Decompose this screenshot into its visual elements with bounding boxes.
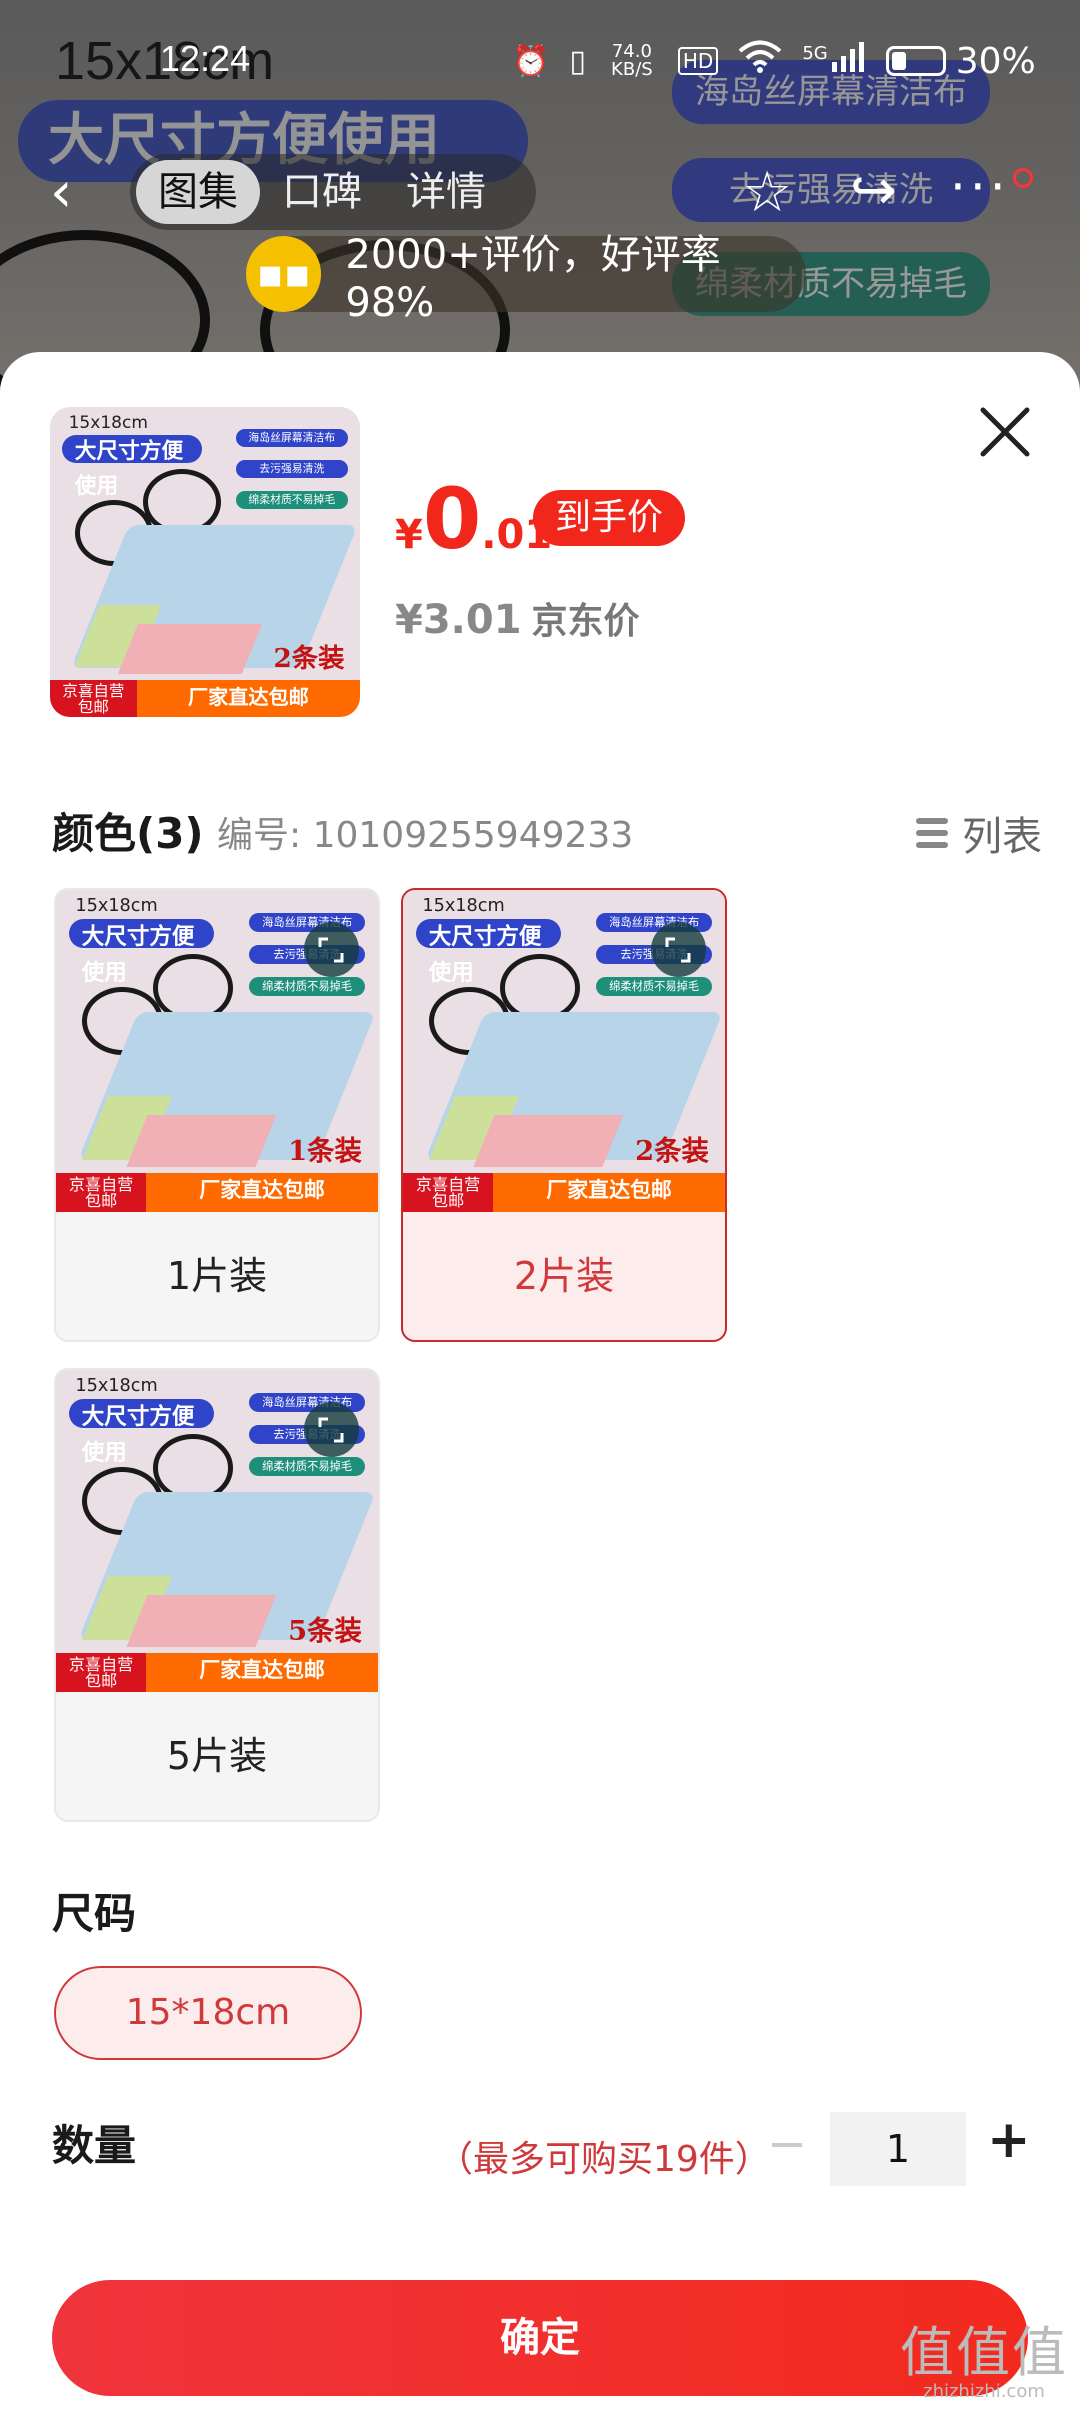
expand-icon[interactable] bbox=[303, 1402, 359, 1457]
variant-count: 5条装 bbox=[288, 1615, 362, 1648]
status-bar: 12:24 ⏰ ▯ 74.0 KB/S HD 5G 30% bbox=[0, 38, 1080, 94]
cloth-image bbox=[126, 1115, 276, 1167]
share-icon[interactable]: ↪ bbox=[850, 158, 897, 223]
variant-option[interactable]: 15x18cm大尺寸方便使用海岛丝屏幕清洁布去污强易清洗绵柔材质不易掉毛5条装京… bbox=[54, 1368, 380, 1822]
status-time: 12:24 bbox=[160, 38, 251, 79]
thumb-jd-self: 京喜自营 包邮 bbox=[56, 1653, 147, 1692]
thumb-tag: 绵柔材质不易掉毛 bbox=[236, 490, 348, 510]
expand-icon[interactable] bbox=[303, 922, 359, 977]
thumb-footer: 京喜自营 包邮 厂家直达包邮 bbox=[56, 1653, 378, 1692]
thumb-jd-self: 京喜自营 包邮 bbox=[403, 1173, 494, 1212]
variant-image: 15x18cm大尺寸方便使用海岛丝屏幕清洁布去污强易清洗绵柔材质不易掉毛2条装京… bbox=[403, 890, 725, 1212]
hd-icon: HD bbox=[677, 47, 719, 75]
variant-image: 15x18cm大尺寸方便使用海岛丝屏幕清洁布去污强易清洗绵柔材质不易掉毛5条装京… bbox=[56, 1370, 378, 1692]
variant-option[interactable]: 15x18cm大尺寸方便使用海岛丝屏幕清洁布去污强易清洗绵柔材质不易掉毛1条装京… bbox=[54, 888, 380, 1342]
quantity-decrease-button[interactable]: − bbox=[767, 2116, 807, 2172]
thumb-footer: 京喜自营 包邮 厂家直达包邮 bbox=[56, 1173, 378, 1212]
product-code: 编号: 10109255949233 bbox=[217, 815, 634, 856]
thumb-jd-self: 京喜自营 包邮 bbox=[50, 679, 137, 717]
jd-price: ¥3.01 京东价 bbox=[395, 597, 640, 643]
list-view-toggle[interactable]: 列表 bbox=[916, 804, 1042, 862]
thumb-tag: 绵柔材质不易掉毛 bbox=[249, 976, 366, 997]
tab-gallery[interactable]: 图集 bbox=[136, 160, 260, 224]
price-block: ¥ 0 .01 bbox=[395, 477, 552, 561]
close-icon[interactable] bbox=[975, 402, 1035, 462]
battery: 30% bbox=[885, 40, 1036, 82]
thumb-factory-ship: 厂家直达包邮 bbox=[136, 679, 360, 717]
thumb-factory-ship: 厂家直达包邮 bbox=[146, 1173, 378, 1212]
variant-label: 1片装 bbox=[166, 1254, 268, 1298]
thumb-footer: 京喜自营 包邮 厂家直达包邮 bbox=[50, 679, 360, 717]
thumb-tag: 绵柔材质不易掉毛 bbox=[249, 1456, 366, 1477]
wifi-icon bbox=[738, 40, 782, 82]
cloth-image bbox=[126, 1595, 276, 1647]
list-icon bbox=[916, 818, 948, 848]
smile-icon: ▪▪ bbox=[246, 236, 322, 312]
thumb-size-text: 15x18cm bbox=[75, 896, 158, 917]
product-thumbnail[interactable]: 15x18cm 大尺寸方便使用 海岛丝屏幕清洁布 去污强易清洗 绵柔材质不易掉毛… bbox=[50, 407, 360, 717]
variant-count: 2条装 bbox=[635, 1135, 709, 1168]
thumb-size-text: 15x18cm bbox=[422, 896, 505, 917]
net-speed: 74.0 KB/S bbox=[611, 41, 653, 80]
tab-details[interactable]: 详情 bbox=[384, 160, 508, 224]
variant-label: 2片装 bbox=[513, 1254, 615, 1298]
variant-count: 1条装 bbox=[288, 1135, 362, 1168]
thumb-count: 2条装 bbox=[273, 643, 345, 675]
thumb-size-text: 15x18cm bbox=[75, 1376, 158, 1397]
star-outline-icon[interactable]: ☆ bbox=[742, 160, 792, 225]
signal-icon bbox=[831, 42, 866, 80]
status-icons: ⏰ ▯ 74.0 KB/S HD 5G 30% bbox=[512, 40, 1036, 82]
thumb-band: 大尺寸方便使用 bbox=[68, 1398, 214, 1466]
thumb-factory-ship: 厂家直达包邮 bbox=[493, 1173, 725, 1212]
size-option-15x18[interactable]: 15*18cm bbox=[54, 1966, 362, 2060]
thumb-tag: 海岛丝屏幕清洁布 bbox=[236, 428, 348, 448]
cloth-image bbox=[117, 624, 262, 674]
quantity-limit: （最多可购买19件） bbox=[437, 2139, 771, 2180]
confirm-button[interactable]: 确定 bbox=[52, 2280, 1028, 2396]
color-title: 颜色(3) bbox=[52, 809, 204, 858]
quantity-input[interactable]: 1 bbox=[830, 2112, 966, 2186]
thumb-band: 大尺寸方便使用 bbox=[62, 434, 202, 499]
thumb-tag: 去污强易清洗 bbox=[236, 459, 348, 479]
notification-dot bbox=[1013, 168, 1033, 188]
quantity-title: 数量 bbox=[52, 2121, 137, 2170]
color-section-header: 颜色(3) 编号: 10109255949233 列表 bbox=[52, 800, 1042, 870]
cloth-image bbox=[473, 1115, 623, 1167]
expand-icon[interactable] bbox=[650, 922, 706, 977]
watermark: 值值值 zhizhizhi.com bbox=[900, 2321, 1068, 2402]
thumb-band: 大尺寸方便使用 bbox=[68, 918, 214, 986]
variant-image: 15x18cm大尺寸方便使用海岛丝屏幕清洁布去污强易清洗绵柔材质不易掉毛1条装京… bbox=[56, 890, 378, 1212]
tab-reviews[interactable]: 口碑 bbox=[260, 160, 384, 224]
alarm-icon: ⏰ bbox=[512, 43, 550, 79]
quantity-row: 数量 （最多可购买19件） − 1 + bbox=[52, 2110, 1042, 2192]
battery-percent: 30% bbox=[955, 40, 1036, 82]
variant-option[interactable]: 15x18cm大尺寸方便使用海岛丝屏幕清洁布去污强易清洗绵柔材质不易掉毛2条装京… bbox=[401, 888, 727, 1342]
thumb-footer: 京喜自营 包邮 厂家直达包邮 bbox=[403, 1173, 725, 1212]
chevron-left-icon[interactable]: ‹ bbox=[50, 160, 72, 225]
more-dots-icon[interactable]: ··· bbox=[950, 158, 1010, 216]
battery-icon bbox=[885, 46, 946, 76]
net-type: 5G bbox=[802, 42, 828, 64]
vibrate-icon: ▯ bbox=[569, 43, 586, 79]
nav-tabs: 图集 口碑 详情 bbox=[130, 154, 536, 230]
variant-label: 5片装 bbox=[166, 1734, 268, 1778]
thumb-jd-self: 京喜自营 包邮 bbox=[56, 1173, 147, 1212]
final-price: ¥ 0 .01 bbox=[395, 470, 553, 568]
thumb-size-text: 15x18cm bbox=[68, 413, 148, 434]
review-summary-pill[interactable]: ▪▪ 2000+评价，好评率98% bbox=[246, 232, 806, 326]
review-summary-text: 2000+评价，好评率98% bbox=[345, 232, 721, 326]
hand-price-badge: 到手价 bbox=[533, 490, 686, 546]
thumb-band: 大尺寸方便使用 bbox=[415, 918, 561, 986]
thumb-factory-ship: 厂家直达包邮 bbox=[146, 1653, 378, 1692]
sku-selector-sheet: 15x18cm 大尺寸方便使用 海岛丝屏幕清洁布 去污强易清洗 绵柔材质不易掉毛… bbox=[0, 352, 1080, 2412]
thumb-tag: 绵柔材质不易掉毛 bbox=[596, 976, 713, 997]
size-title: 尺码 bbox=[52, 1889, 137, 1938]
quantity-increase-button[interactable]: + bbox=[987, 2110, 1031, 2170]
